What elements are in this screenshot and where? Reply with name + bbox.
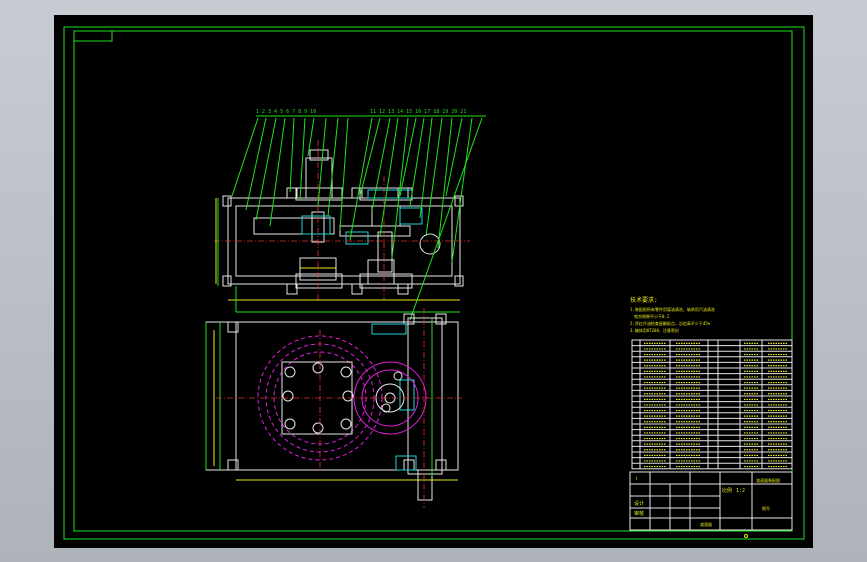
svg-text:减速器: 减速器 (700, 521, 712, 527)
sheet-mark (744, 534, 748, 538)
svg-text:啮合侧隙不小于0.2: 啮合侧隙不小于0.2 (634, 313, 670, 319)
top-view (214, 140, 470, 301)
title-cell-2: 审核 (634, 510, 644, 517)
part-balloons: 1 2 3 4 5 6 7 8 9 10 11 12 13 14 15 16 1… (256, 109, 466, 115)
inner-frame (73, 30, 793, 532)
front-view (205, 308, 462, 508)
title-cell-4: 1:2 (736, 488, 745, 494)
title-block: Ⅰ 设计 审核 比例 1:2 减速器装配图 减速器 图号 (629, 471, 793, 531)
cad-drawing: 1 2 3 4 5 6 7 8 9 10 11 12 13 14 15 16 1… (63, 26, 805, 540)
title-cell-1: 设计 (634, 500, 644, 507)
title-cell-5: 减速器装配图 (756, 477, 780, 483)
svg-text:11 12 13 14 15 16 17 18 19 20: 11 12 13 14 15 16 17 18 19 20 21 (370, 109, 466, 115)
svg-text:图号: 图号 (762, 505, 770, 511)
parts-list-table (631, 339, 793, 470)
svg-text:1 2 3 4 5 6 7 8 9 10: 1 2 3 4 5 6 7 8 9 10 (256, 109, 316, 115)
svg-text:技术要求:: 技术要求: (630, 296, 658, 304)
svg-text:1.装配前所有零件用煤油清洗，轴承用汽油清洗: 1.装配前所有零件用煤油清洗，轴承用汽油清洗 (630, 306, 715, 312)
technical-requirements: 技术要求: 1.装配前所有零件用煤油清洗，轴承用汽油清洗 啮合侧隙不小于0.2 … (630, 296, 715, 333)
title-cell-3: 比例 (722, 487, 732, 494)
corner-label-box (73, 30, 113, 42)
svg-text:3.箱体用HT200，注意密封: 3.箱体用HT200，注意密封 (630, 327, 679, 333)
outer-frame (63, 26, 805, 540)
left-elevation-lines (217, 198, 460, 313)
title-cell-0: Ⅰ (636, 476, 637, 482)
cad-viewport[interactable]: 1 2 3 4 5 6 7 8 9 10 11 12 13 14 15 16 1… (0, 0, 867, 562)
svg-text:2.涂红丹油检查接触斑点，沿齿高不少于45%: 2.涂红丹油检查接触斑点，沿齿高不少于45% (630, 320, 711, 326)
